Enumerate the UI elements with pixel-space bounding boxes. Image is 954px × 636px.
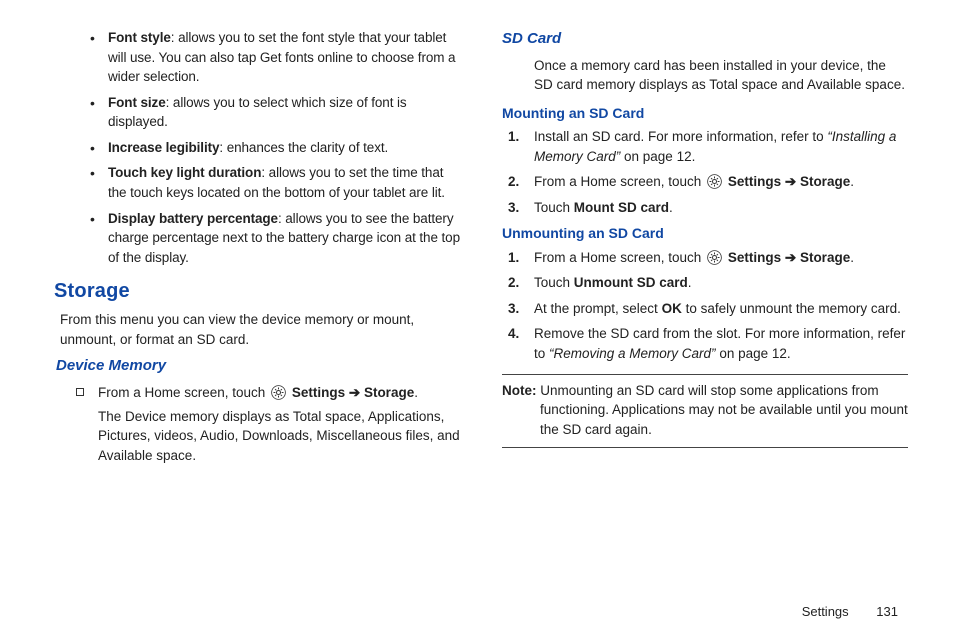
text: From a Home screen, touch xyxy=(98,385,269,400)
text: on page 12. xyxy=(620,149,695,164)
settings-label: Settings xyxy=(292,385,345,400)
list-item: Touch key light duration: allows you to … xyxy=(108,163,462,202)
list-item: At the prompt, select OK to safely unmou… xyxy=(530,299,908,319)
dm-line2: The Device memory displays as Total spac… xyxy=(98,407,462,466)
text: . xyxy=(414,385,418,400)
text: Touch xyxy=(534,275,574,290)
bullet-label: Increase legibility xyxy=(108,140,219,155)
bold-text: OK xyxy=(662,301,682,316)
arrow-icon: ➔ xyxy=(781,174,800,189)
bold-text: Unmount SD card xyxy=(574,275,688,290)
text: on page 12. xyxy=(716,346,791,361)
bold-text: Mount SD card xyxy=(574,200,669,215)
arrow-icon: ➔ xyxy=(345,385,364,400)
bullet-label: Touch key light duration xyxy=(108,165,261,180)
list-item: Font style: allows you to set the font s… xyxy=(108,28,462,87)
storage-label: Storage xyxy=(800,174,850,189)
storage-heading: Storage xyxy=(54,277,462,306)
note-rule xyxy=(502,447,908,448)
settings-icon xyxy=(271,385,286,400)
page-footer: Settings 131 xyxy=(802,603,898,622)
page-number: 131 xyxy=(876,603,898,622)
list-item: From a Home screen, touch Settings ➔ Sto… xyxy=(530,172,908,192)
storage-intro: From this menu you can view the device m… xyxy=(56,310,462,349)
device-memory-body: From a Home screen, touch Settings ➔ Sto… xyxy=(98,383,462,465)
list-item: Increase legibility: enhances the clarit… xyxy=(108,138,462,158)
list-item: Touch Unmount SD card. xyxy=(530,273,908,293)
text: Touch xyxy=(534,200,574,215)
settings-icon xyxy=(707,174,722,189)
list-item: Remove the SD card from the slot. For mo… xyxy=(530,324,908,363)
settings-icon xyxy=(707,250,722,265)
device-memory-step: From a Home screen, touch Settings ➔ Sto… xyxy=(56,383,462,465)
text: . xyxy=(850,250,854,265)
text: to safely unmount the memory card. xyxy=(682,301,901,316)
storage-label: Storage xyxy=(364,385,414,400)
left-column: Font style: allows you to set the font s… xyxy=(56,28,462,469)
text: . xyxy=(850,174,854,189)
note-text: Unmounting an SD card will stop some app… xyxy=(537,383,908,437)
unmounting-steps: From a Home screen, touch Settings ➔ Sto… xyxy=(502,248,908,364)
bullet-text: : enhances the clarity of text. xyxy=(219,140,388,155)
mounting-steps: Install an SD card. For more information… xyxy=(502,127,908,217)
square-bullet-icon xyxy=(76,388,84,396)
list-item: Display battery percentage: allows you t… xyxy=(108,209,462,268)
text: From a Home screen, touch xyxy=(534,250,705,265)
text: . xyxy=(688,275,692,290)
display-options-list: Font style: allows you to set the font s… xyxy=(56,28,462,267)
arrow-icon: ➔ xyxy=(781,250,800,265)
mounting-heading: Mounting an SD Card xyxy=(502,103,908,123)
footer-section: Settings xyxy=(802,604,849,619)
text: . xyxy=(669,200,673,215)
list-item: Install an SD card. For more information… xyxy=(530,127,908,166)
device-memory-heading: Device Memory xyxy=(56,355,462,377)
cross-ref: “Removing a Memory Card” xyxy=(549,346,716,361)
text: From a Home screen, touch xyxy=(534,174,705,189)
text: Install an SD card. For more information… xyxy=(534,129,827,144)
list-item: Touch Mount SD card. xyxy=(530,198,908,218)
page-columns: Font style: allows you to set the font s… xyxy=(0,0,954,509)
bullet-label: Display battery percentage xyxy=(108,211,278,226)
bullet-label: Font size xyxy=(108,95,166,110)
storage-label: Storage xyxy=(800,250,850,265)
bullet-label: Font style xyxy=(108,30,171,45)
note-block: Note: Unmounting an SD card will stop so… xyxy=(502,381,908,440)
text: At the prompt, select xyxy=(534,301,662,316)
unmounting-heading: Unmounting an SD Card xyxy=(502,223,908,243)
dm-line1: From a Home screen, touch Settings ➔ Sto… xyxy=(98,383,462,403)
note-rule xyxy=(502,374,908,375)
list-item: From a Home screen, touch Settings ➔ Sto… xyxy=(530,248,908,268)
list-item: Font size: allows you to select which si… xyxy=(108,93,462,132)
right-column: SD Card Once a memory card has been inst… xyxy=(502,28,908,469)
settings-label: Settings xyxy=(728,174,781,189)
note-label: Note: xyxy=(502,383,537,398)
settings-label: Settings xyxy=(728,250,781,265)
sd-card-heading: SD Card xyxy=(502,28,908,50)
sd-card-intro: Once a memory card has been installed in… xyxy=(502,56,908,95)
